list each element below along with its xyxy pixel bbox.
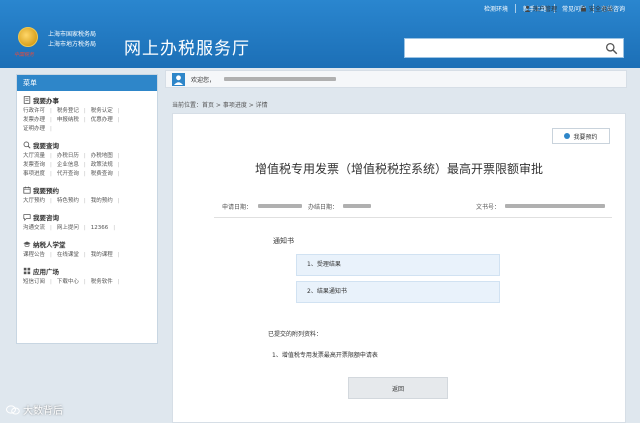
sidebar-link[interactable]: 大厅流量 [23, 152, 57, 161]
sidebar-link[interactable]: 税务登记 [57, 107, 91, 116]
sidebar-section-consult: 我要咨询 沟通交流 网上提问 12366 [17, 208, 157, 235]
sidebar-link[interactable]: 发票查询 [23, 161, 57, 170]
sidebar-link[interactable]: 网上提问 [57, 224, 91, 233]
account-management-button[interactable]: 账户管理 [524, 4, 557, 13]
search-icon [23, 141, 31, 149]
sidebar-links: 行政许可 税务登记 税务认定 发票办理 申报纳税 优惠办理 证明办理 [23, 107, 151, 134]
sidebar-link[interactable]: 下载中心 [57, 278, 91, 287]
sidebar-section-reserve: 我要预约 大厅预约 特色预约 我的预约 [17, 181, 157, 208]
lock-icon [581, 5, 586, 12]
sidebar-section-school: 纳税人学堂 课程公告 在线课堂 我的课程 [17, 235, 157, 262]
sidebar-link[interactable]: 我的课程 [91, 251, 125, 260]
sidebar-link[interactable]: 12366 [91, 224, 120, 233]
search-icon[interactable] [605, 42, 618, 55]
sidebar-section-title: 我要咨询 [23, 212, 151, 222]
sidebar-links: 短信订阅 下载中心 税务软件 [23, 278, 151, 287]
chat-icon [23, 214, 31, 221]
reserve-button[interactable]: 我要预约 [552, 128, 610, 144]
sidebar-section-query: 我要查询 大厅流量 办税日历 办税地图 发票查询 企业信息 政策法规 事项进度 … [17, 136, 157, 181]
tax-emblem-logo [18, 27, 38, 47]
sidebar-section-title: 纳税人学堂 [23, 239, 151, 249]
sidebar-title: 菜单 [17, 75, 157, 91]
sidebar-link[interactable]: 代开查询 [57, 170, 91, 179]
sidebar-link[interactable]: 课程公告 [23, 251, 57, 260]
masked-doc-no [505, 204, 605, 208]
masked-apply-date [258, 204, 302, 208]
calendar-icon [23, 186, 31, 194]
sidebar-link[interactable]: 办税日历 [57, 152, 91, 161]
sidebar-links: 大厅预约 特色预约 我的预约 [23, 197, 151, 206]
sidebar-link[interactable]: 特色预约 [57, 197, 91, 206]
sidebar-links: 课程公告 在线课堂 我的课程 [23, 251, 151, 260]
sidebar-link[interactable]: 短信订阅 [23, 278, 57, 287]
sidebar-link[interactable]: 大厅预约 [23, 197, 57, 206]
user-icon [524, 5, 531, 12]
wechat-logo-icon [6, 404, 20, 414]
sidebar-link[interactable]: 办税地图 [91, 152, 125, 161]
graduation-icon [23, 241, 31, 247]
sidebar-section-handle: 我要办事 行政许可 税务登记 税务认定 发票办理 申报纳税 优惠办理 证明办理 [17, 91, 157, 136]
site-name: 网上办税服务厅 [124, 39, 250, 59]
sidebar-link[interactable]: 事项进度 [23, 170, 57, 179]
sidebar-link[interactable]: 政策法规 [91, 161, 125, 170]
sidebar-link[interactable]: 沟通交流 [23, 224, 57, 233]
step-result-notice[interactable]: 2、结果通知书 [296, 281, 500, 303]
emblem-caption: 中国税务 [14, 52, 35, 58]
process-date-label: 办结日期： [308, 204, 339, 211]
document-icon [23, 96, 31, 104]
sidebar-menu: 菜单 我要办事 行政许可 税务登记 税务认定 发票办理 申报纳税 优惠办理 证明… [16, 74, 158, 344]
top-link-check-env[interactable]: 检测环境 [477, 4, 515, 13]
sidebar-link[interactable]: 税务认定 [91, 107, 125, 116]
sidebar-link[interactable]: 证明办理 [23, 125, 57, 134]
masked-process-date [343, 204, 371, 208]
submitted-materials-label: 已提交的附列资料： [268, 331, 323, 338]
masked-user-name [224, 77, 336, 81]
sidebar-section-apps: 应用广场 短信订阅 下载中心 税务软件 [17, 262, 157, 289]
sidebar-link[interactable]: 税务软件 [91, 278, 125, 287]
grid-icon [23, 267, 31, 275]
sidebar-link[interactable]: 优惠办理 [91, 116, 125, 125]
agency-name-local: 上海市地方税务局 [48, 41, 97, 48]
check-circle-icon [564, 133, 571, 139]
step-acceptance-result[interactable]: 1、受理结果 [296, 254, 500, 276]
user-bar: 欢迎您， [165, 70, 627, 88]
sidebar-section-title: 我要查询 [23, 140, 151, 150]
sidebar-links: 大厅流量 办税日历 办税地图 发票查询 企业信息 政策法规 事项进度 代开查询 … [23, 152, 151, 179]
avatar [172, 73, 185, 86]
page-title: 增值税专用发票（增值税税控系统）最高开票限额审批 [254, 162, 543, 176]
sidebar-section-title: 我要预约 [23, 185, 151, 195]
notice-title: 通知书 [273, 237, 294, 245]
sidebar-link[interactable]: 发票办理 [23, 116, 57, 125]
sidebar-links: 沟通交流 网上提问 12366 [23, 224, 151, 233]
sidebar-link[interactable]: 行政许可 [23, 107, 57, 116]
sidebar-link[interactable]: 申报纳税 [57, 116, 91, 125]
apply-date-label: 申请日期： [222, 204, 253, 211]
agency-name-national: 上海市国家税务局 [48, 31, 97, 38]
sidebar-link[interactable]: 税费查询 [91, 170, 125, 179]
sidebar-section-title: 应用广场 [23, 266, 151, 276]
sidebar-link[interactable]: 企业信息 [57, 161, 91, 170]
submitted-material-item[interactable]: 1、增值税专用发票最高开票限额申请表 [272, 350, 378, 359]
breadcrumb: 当前位置：首页 > 事项进度 > 详情 [172, 102, 268, 109]
sidebar-link[interactable]: 在线课堂 [57, 251, 91, 260]
sidebar-section-title: 我要办事 [23, 95, 151, 105]
divider [214, 217, 612, 218]
welcome-text: 欢迎您， [191, 77, 216, 84]
search-input[interactable] [405, 39, 600, 57]
back-button[interactable]: 返回 [348, 377, 448, 399]
search-box [404, 38, 624, 58]
sidebar-link[interactable]: 我的预约 [91, 197, 125, 206]
logout-button[interactable]: 安全退出 [580, 4, 613, 13]
doc-no-label: 文书号： [476, 204, 501, 211]
watermark: 大数背后 [6, 402, 63, 417]
